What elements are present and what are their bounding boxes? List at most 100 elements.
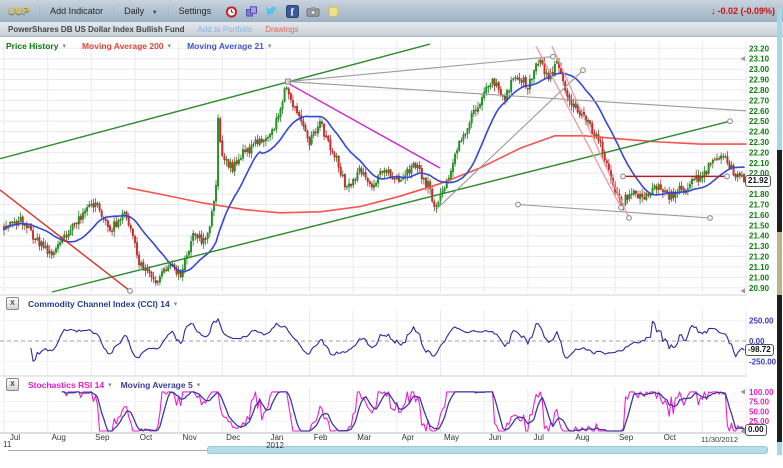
chevron-down-icon: ▼ [152,10,158,16]
svg-text:22.70: 22.70 [749,96,770,105]
svg-text:Dec: Dec [226,433,240,442]
legend-ma200[interactable]: Moving Average 200 ▾ [82,41,171,51]
chevron-down-icon: ▾ [62,42,66,50]
svg-text:Apr: Apr [402,433,415,442]
stoch-panel-header: X Stochastics RSI 14 ▾ Moving Average 5 … [6,378,200,391]
share-icon-group: f [225,5,340,18]
legend-price-history[interactable]: Price History ▾ [6,41,66,51]
cci-panel-header: X Commodity Channel Index (CCI) 14 ▾ [6,297,177,310]
close-icon[interactable]: X [6,378,19,391]
svg-text:21.50: 21.50 [749,221,770,230]
vertical-scrollbar-segment-mid[interactable] [777,232,782,295]
svg-text:75.00: 75.00 [749,398,770,407]
svg-text:Jun: Jun [489,433,502,442]
last-price-box: 21.92 [745,175,771,187]
chevron-down-icon: ▾ [108,381,112,389]
add-indicator-button[interactable]: Add Indicator [50,6,103,16]
svg-text:22.20: 22.20 [749,148,770,157]
toolbar-divider [113,6,114,17]
twitter-icon[interactable] [265,5,279,18]
stoch-last-value-box: 0.00 [745,424,767,436]
charting-application: 23.20 23.1023.00 22.9022.8022.70 22.6022.50… [0,0,783,468]
fund-name: PowerShares DB US Dollar Index Bullish F… [8,25,184,34]
price-change: ↓ -0.02 (-0.09%) [711,6,775,16]
alarm-icon[interactable] [225,5,238,18]
stoch-ma-title[interactable]: Moving Average 5 ▾ [121,380,201,390]
svg-text:Sep: Sep [619,433,634,442]
symbol-label: UUP [8,6,29,17]
svg-text:Aug: Aug [575,433,589,442]
drawings-link[interactable]: Drawings [265,25,298,34]
year-label-2012: 2012 [258,441,292,450]
svg-text:22.40: 22.40 [749,128,770,137]
chevron-down-icon: ▾ [168,42,172,50]
cci-title[interactable]: Commodity Channel Index (CCI) 14 ▾ [28,299,177,309]
svg-text:Sep: Sep [95,433,110,442]
legend-price-history-label: Price History [6,41,58,51]
horizontal-scrollbar-track[interactable] [8,450,207,451]
vertical-scrollbar-thumb[interactable] [777,150,782,232]
svg-text:22.10: 22.10 [749,159,770,168]
timeframe-value: Daily [124,6,144,16]
svg-text:21.30: 21.30 [749,242,770,251]
camera-icon[interactable] [306,5,320,18]
svg-text:21.10: 21.10 [749,263,770,272]
cci-title-label: Commodity Channel Index (CCI) 14 [28,299,170,309]
svg-text:20.90: 20.90 [749,284,770,293]
year-label-2011: 11 [3,440,11,449]
svg-text:22.50: 22.50 [749,117,770,126]
vertical-scrollbar-segment-top[interactable] [777,8,782,150]
svg-text:Mar: Mar [357,433,371,442]
end-date-label: 11/30/2012 [672,435,738,444]
chevron-down-icon: ▾ [174,300,178,308]
svg-text:Oct: Oct [140,433,153,442]
chart-canvas[interactable]: 23.20 23.1023.00 22.9022.8022.70 22.6022.50… [0,0,783,468]
note-icon[interactable] [327,5,340,18]
timeframe-select[interactable]: Daily ▼ [124,6,157,16]
change-value: -0.02 (-0.09%) [717,6,775,16]
svg-text:21.60: 21.60 [749,211,770,220]
toolbar-divider [168,6,169,17]
svg-text:Aug: Aug [52,433,66,442]
svg-text:22.60: 22.60 [749,107,770,116]
svg-text:23.00: 23.00 [749,65,770,74]
svg-text:23.20: 23.20 [749,44,770,53]
chevron-down-icon: ▾ [197,381,201,389]
vertical-scrollbar-segment-lower[interactable] [777,295,782,442]
down-arrow-icon: ↓ [711,6,716,16]
add-to-portfolio-link[interactable]: Add to Portfolio [197,25,252,34]
close-icon[interactable]: X [6,297,19,310]
svg-text:22.90: 22.90 [749,76,770,85]
svg-text:21.70: 21.70 [749,200,770,209]
svg-text:Jul: Jul [534,433,544,442]
legend-ma21-label: Moving Average 21 [187,41,264,51]
blocks-icon[interactable] [245,5,258,18]
svg-text:May: May [444,433,459,442]
svg-text:Jul: Jul [10,433,20,442]
chevron-down-icon: ▾ [268,42,272,50]
svg-text:250.00: 250.00 [749,317,774,326]
cci-last-value-box: -98.72 [745,344,774,356]
svg-text:50.00: 50.00 [749,407,770,416]
price-legend: Price History ▾ Moving Average 200 ▾ Mov… [6,41,271,51]
legend-ma200-label: Moving Average 200 [82,41,164,51]
svg-text:21.40: 21.40 [749,232,770,241]
svg-text:22.30: 22.30 [749,138,770,147]
legend-ma21[interactable]: Moving Average 21 ▾ [187,41,271,51]
subheader: PowerShares DB US Dollar Index Bullish F… [0,22,783,37]
facebook-icon[interactable]: f [286,5,299,18]
svg-text:21.80: 21.80 [749,190,770,199]
stoch-ma-label: Moving Average 5 [121,380,193,390]
svg-text:Feb: Feb [314,433,328,442]
svg-text:100.00: 100.00 [749,388,774,397]
settings-button[interactable]: Settings [179,6,212,16]
svg-text:23.10: 23.10 [749,55,770,64]
svg-text:22.80: 22.80 [749,86,770,95]
vertical-scrollbar-segment-bottom[interactable] [777,442,782,455]
svg-text:21.20: 21.20 [749,253,770,262]
svg-text:21.00: 21.00 [749,273,770,282]
main-toolbar: UUP Add Indicator Daily ▼ Settings f ↓ -… [0,0,783,22]
svg-text:-250.00: -250.00 [749,357,777,366]
stoch-title-label: Stochastics RSI 14 [28,380,104,390]
stoch-title[interactable]: Stochastics RSI 14 ▾ [28,380,112,390]
